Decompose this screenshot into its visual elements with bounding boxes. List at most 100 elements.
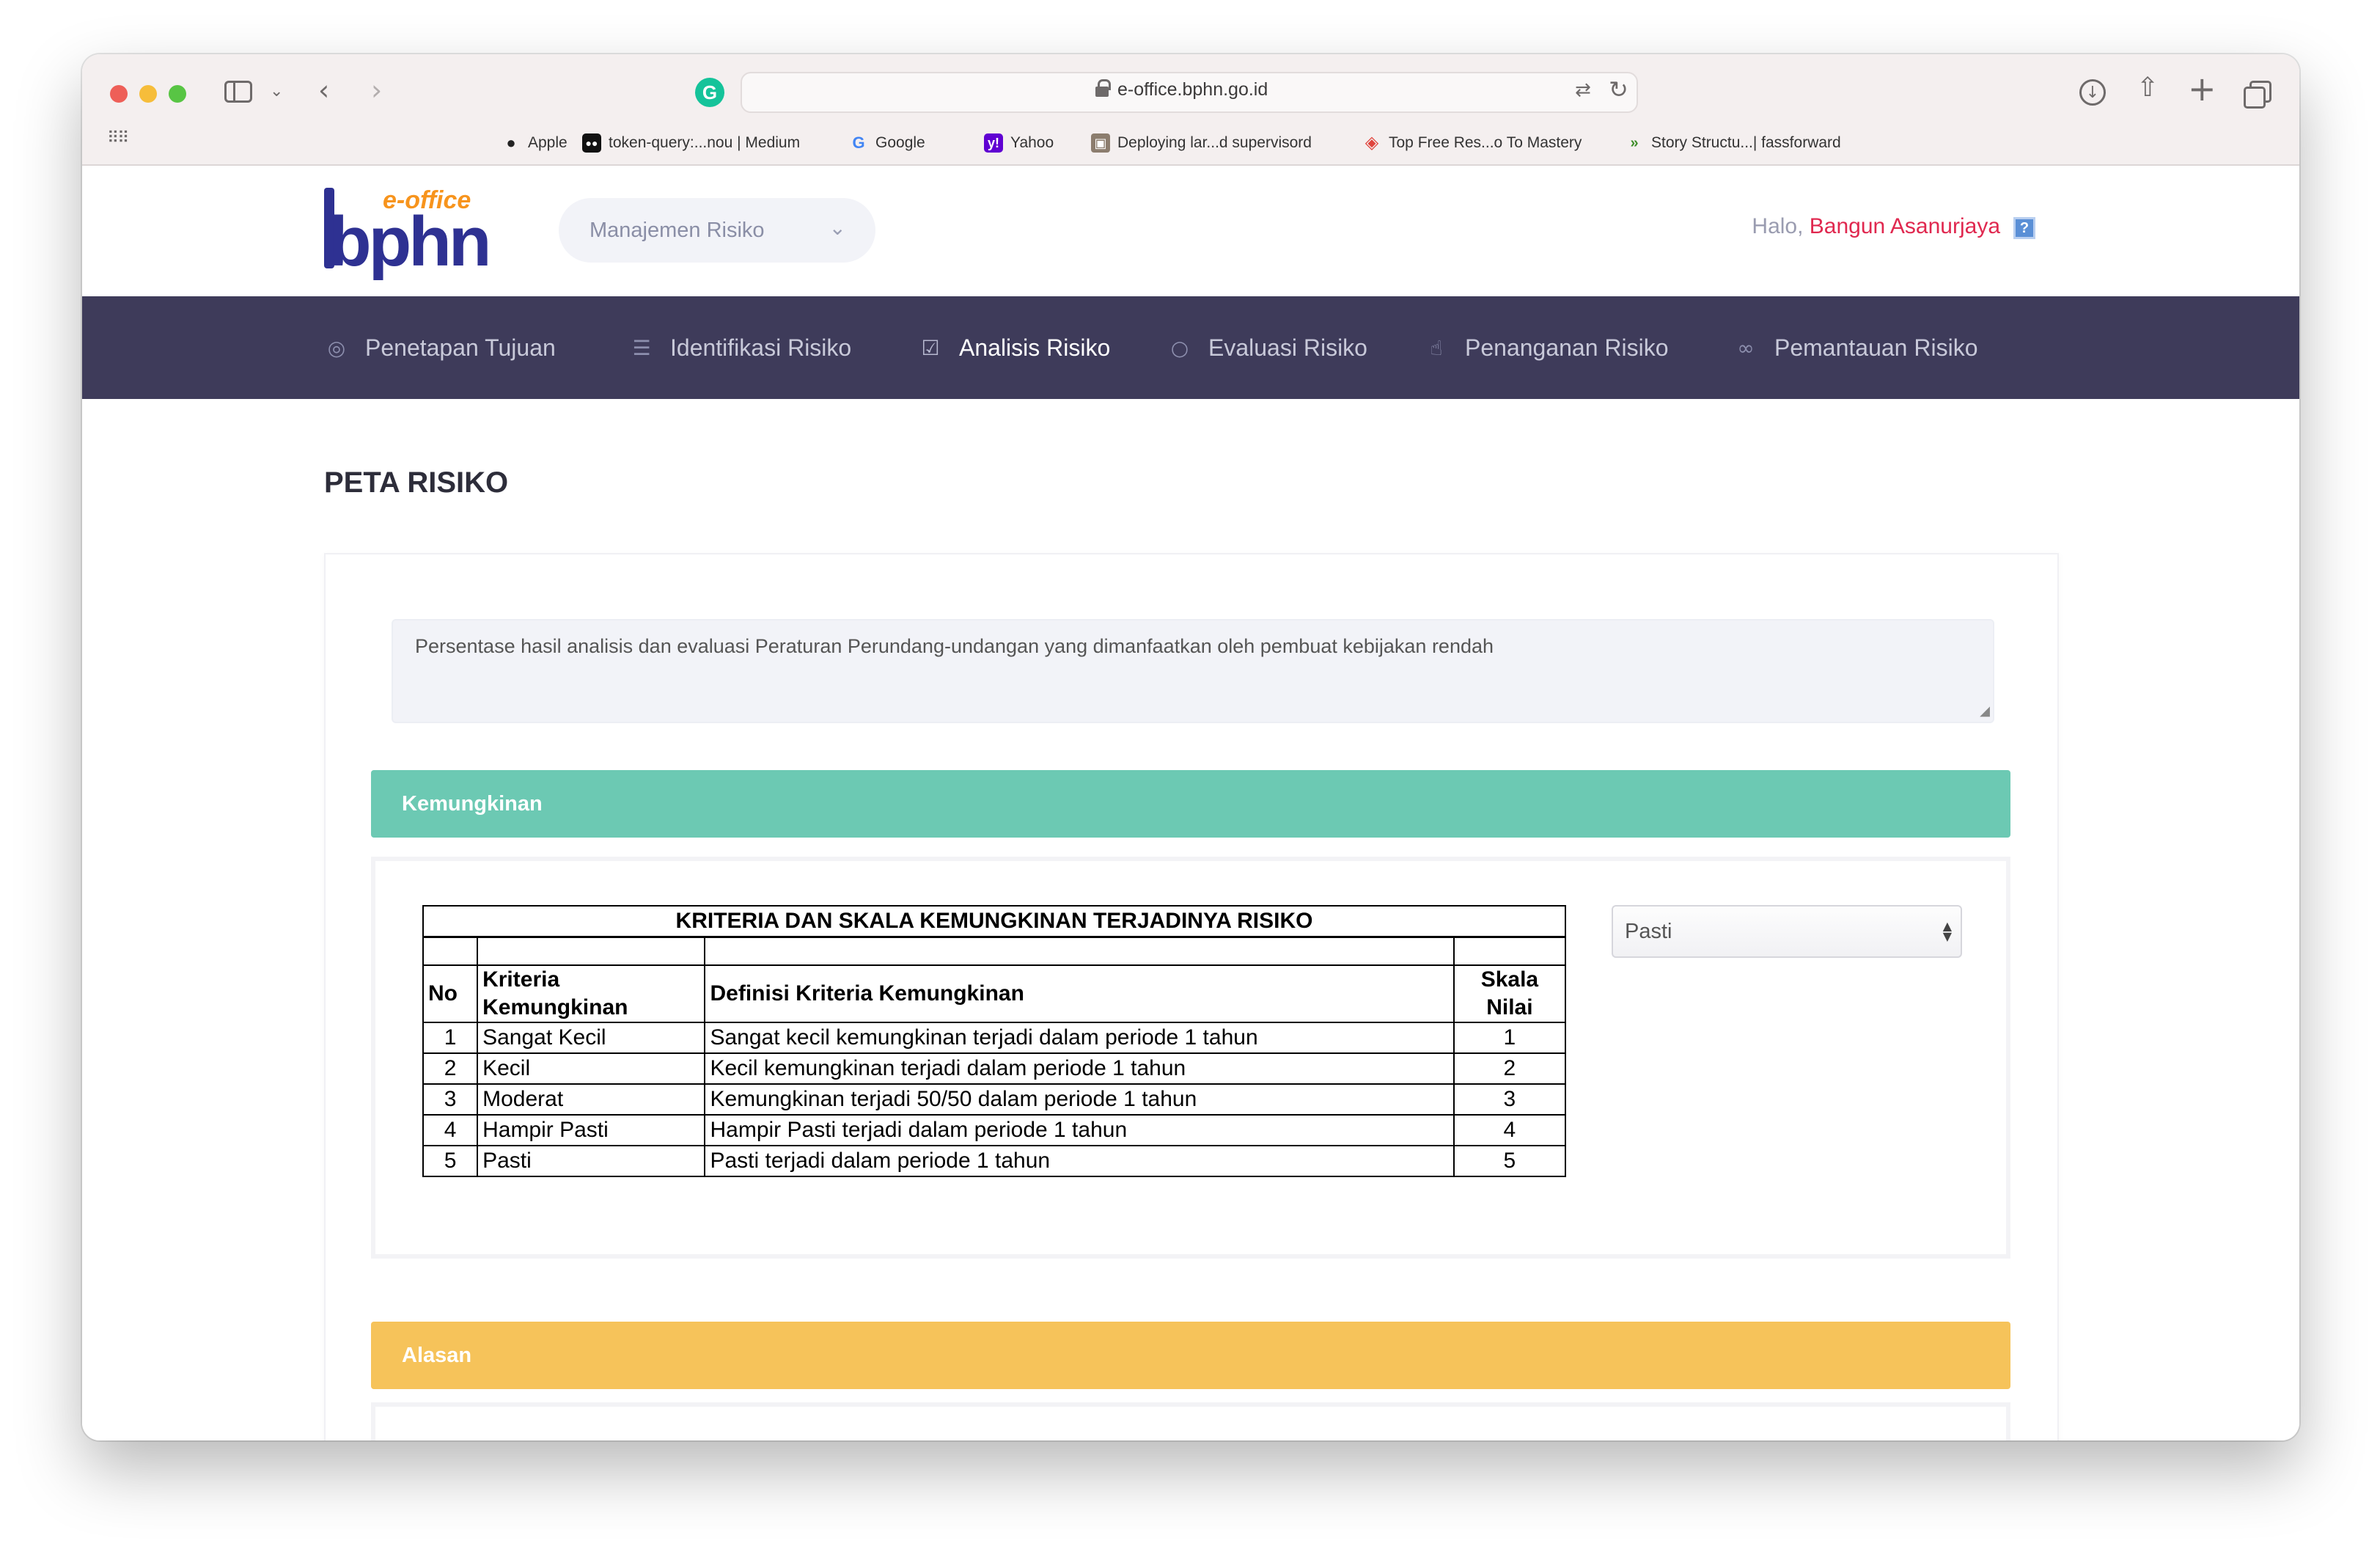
nav-identifikasi-risiko[interactable]: ☰ Identifikasi Risiko	[629, 296, 851, 399]
user-name-link[interactable]: Bangun Asanurjaya	[1810, 214, 2000, 238]
forward-arrow-icon[interactable]: ›	[371, 76, 382, 104]
table-title: KRITERIA DAN SKALA KEMUNGKINAN TERJADINY…	[422, 905, 1566, 938]
kemungkinan-section-title: Kemungkinan	[402, 791, 543, 816]
tab-overview-icon[interactable]	[2244, 81, 2271, 109]
nav-analisis-risiko[interactable]: ☑ Analisis Risiko	[918, 296, 1110, 399]
scale-select-value: Pasti	[1625, 919, 1672, 943]
nav-penetapan-tujuan[interactable]: ◎ Penetapan Tujuan	[324, 296, 556, 399]
greeting-prefix: Halo,	[1752, 214, 1804, 238]
table-spacer-row	[422, 936, 1567, 966]
table-row: 2 Kecil Kecil kemungkinan terjadi dalam …	[422, 1052, 1567, 1085]
cell-definisi: Kecil kemungkinan terjadi dalam periode …	[704, 1052, 1455, 1085]
bphn-logo[interactable]: e-office bphn	[324, 182, 500, 277]
page-content: PETA RISIKO Persentase hasil analisis da…	[82, 399, 2299, 1440]
nav-label: Pemantauan Risiko	[1774, 334, 1978, 361]
nav-label: Penetapan Tujuan	[365, 334, 556, 361]
sidebar-toggle-icon[interactable]	[224, 81, 252, 103]
nav-pemantauan-risiko[interactable]: ∞ Pemantauan Risiko	[1733, 296, 1977, 399]
bookmark-medium[interactable]: ●● token-query:...nou | Medium	[582, 128, 800, 158]
cell-skala: 2	[1452, 1052, 1567, 1085]
translate-icon[interactable]: ⇄	[1575, 81, 1591, 100]
cell-definisi: Sangat kecil kemungkinan terjadi dalam p…	[704, 1021, 1455, 1054]
circle-icon: ○	[1170, 335, 1189, 360]
thumbs-up-icon: ☝	[1430, 335, 1443, 360]
logo-bphn-text: bphn	[328, 202, 492, 281]
bookmark-google[interactable]: G Google	[849, 128, 925, 158]
bookmark-label: Apple	[528, 134, 568, 151]
close-window-button[interactable]	[110, 85, 128, 103]
user-greeting: Halo, Bangun Asanurjaya	[1752, 214, 2000, 239]
cell-skala: 3	[1452, 1083, 1567, 1116]
chevron-down-icon[interactable]: ⌄	[270, 84, 283, 100]
alasan-section-title: Alasan	[402, 1343, 472, 1367]
cell-definisi: Kemungkinan terjadi 50/50 dalam periode …	[704, 1083, 1455, 1116]
grammarly-extension-icon[interactable]: G	[695, 78, 724, 107]
bookmark-label: Google	[875, 134, 925, 151]
kemungkinan-panel: KRITERIA DAN SKALA KEMUNGKINAN TERJADINY…	[371, 857, 2010, 1259]
kemungkinan-section-header: Kemungkinan	[371, 770, 2010, 838]
cell-kriteria: Kecil	[477, 1052, 706, 1085]
bookmark-label: Yahoo	[1010, 134, 1054, 151]
minimize-window-button[interactable]	[139, 85, 157, 103]
browser-window: ⌄ ‹ › G e-office.bphn.go.id ⇄ ↻ ↓ ⇧ + ⠿⠿…	[82, 54, 2299, 1440]
cell-no: 4	[422, 1113, 479, 1146]
risk-description-textarea[interactable]: Persentase hasil analisis dan evaluasi P…	[392, 619, 1994, 723]
module-select[interactable]: Manajemen Risiko ⌄	[559, 198, 875, 263]
alasan-panel	[371, 1402, 2010, 1440]
yahoo-icon: y!	[984, 133, 1003, 153]
kemungkinan-scale-select[interactable]: Pasti ▲ ▼	[1612, 905, 1962, 958]
cell-no: 5	[422, 1144, 479, 1177]
bookmarks-bar: ● Apple ●● token-query:...nou | Medium G…	[82, 128, 2299, 158]
target-icon: ◎	[327, 335, 346, 360]
google-icon: G	[852, 133, 865, 152]
share-icon[interactable]: ⇧	[2137, 75, 2159, 101]
bookmark-label: Story Structu...| fassforward	[1651, 134, 1841, 151]
cell-no: 2	[422, 1052, 479, 1085]
url-text[interactable]: e-office.bphn.go.id	[1117, 79, 1268, 100]
header-skala: Skala Nilai	[1452, 964, 1567, 1023]
module-select-value: Manajemen Risiko	[590, 218, 765, 242]
page-title: PETA RISIKO	[324, 466, 509, 499]
zoom-window-button[interactable]	[169, 85, 186, 103]
bookmark-label: Deploying lar...d supervisord	[1117, 134, 1312, 151]
deploy-icon: ▣	[1091, 133, 1110, 153]
download-icon[interactable]: ↓	[2079, 79, 2106, 106]
cell-kriteria: Moderat	[477, 1083, 706, 1116]
back-arrow-icon[interactable]: ‹	[318, 76, 329, 104]
nav-label: Evaluasi Risiko	[1208, 334, 1367, 361]
cell-skala: 1	[1452, 1021, 1567, 1054]
cell-kriteria: Pasti	[477, 1144, 706, 1177]
cell-definisi: Hampir Pasti terjadi dalam periode 1 tah…	[704, 1113, 1455, 1146]
bookmark-apple[interactable]: ● Apple	[502, 128, 568, 158]
header-definisi: Definisi Kriteria Kemungkinan	[704, 964, 1455, 1023]
medium-icon: ●●	[582, 133, 601, 153]
bookmark-yahoo[interactable]: y! Yahoo	[984, 128, 1054, 158]
cell-no: 1	[422, 1021, 479, 1054]
cell-skala: 4	[1452, 1113, 1567, 1146]
nav-label: Identifikasi Risiko	[670, 334, 852, 361]
new-tab-icon[interactable]: +	[2188, 72, 2216, 106]
reload-icon[interactable]: ↻	[1609, 78, 1628, 101]
ztm-icon: ◈	[1365, 133, 1379, 153]
nav-penanganan-risiko[interactable]: ☝ Penanganan Risiko	[1424, 296, 1668, 399]
help-icon[interactable]: ?	[2013, 217, 2035, 239]
site-header: e-office bphn Manajemen Risiko ⌄ Halo, B…	[82, 166, 2299, 296]
alasan-section-header: Alasan	[371, 1322, 2010, 1389]
header-kriteria: Kriteria Kemungkinan	[477, 964, 706, 1023]
header-no: No	[422, 964, 479, 1023]
select-arrows-icon: ▲ ▼	[1942, 919, 1952, 943]
nav-evaluasi-risiko[interactable]: ○ Evaluasi Risiko	[1167, 296, 1367, 399]
cell-kriteria: Hampir Pasti	[477, 1113, 706, 1146]
cell-kriteria: Sangat Kecil	[477, 1021, 706, 1054]
bookmark-fassforward[interactable]: » Story Structu...| fassforward	[1625, 128, 1841, 158]
table-header-row: No Kriteria Kemungkinan Definisi Kriteri…	[422, 964, 1567, 1023]
bookmark-ztm[interactable]: ◈ Top Free Res...o To Mastery	[1362, 128, 1582, 158]
cell-definisi: Pasti terjadi dalam periode 1 tahun	[704, 1144, 1455, 1177]
cell-no: 3	[422, 1083, 479, 1116]
table-row: 5 Pasti Pasti terjadi dalam periode 1 ta…	[422, 1144, 1567, 1177]
cell-skala: 5	[1452, 1144, 1567, 1177]
bookmark-deploying[interactable]: ▣ Deploying lar...d supervisord	[1091, 128, 1312, 158]
main-navigation: ◎ Penetapan Tujuan ☰ Identifikasi Risiko…	[82, 296, 2299, 399]
nav-label: Analisis Risiko	[959, 334, 1111, 361]
resize-grip-icon[interactable]: ◢	[1980, 703, 1990, 719]
